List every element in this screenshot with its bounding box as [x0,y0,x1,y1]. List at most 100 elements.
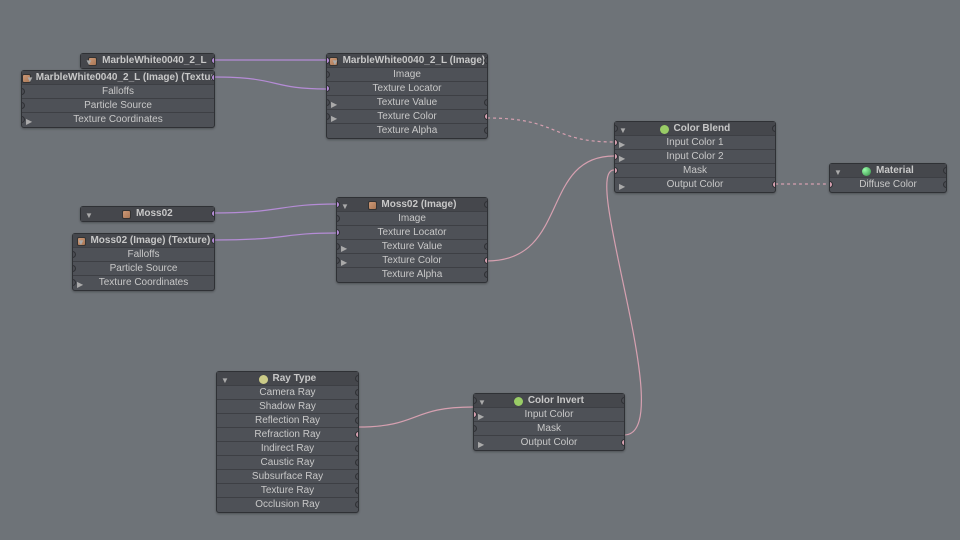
output-port[interactable] [355,431,358,438]
input-port[interactable] [73,265,76,272]
expand-icon[interactable]: ▶ [77,278,83,290]
output-port[interactable] [211,237,214,244]
node-moss-clip[interactable]: ▼ Moss02 [80,206,215,222]
node-row[interactable]: ▶Output Color [615,178,775,192]
node-row[interactable]: Image [337,212,487,226]
output-port[interactable] [621,439,624,446]
node-row[interactable]: ▶Texture Coordinates [22,113,214,127]
node-row[interactable]: Texture Ray [217,484,358,498]
node-row[interactable]: Falloffs [22,85,214,99]
expand-icon[interactable]: ▶ [619,152,625,164]
node-row[interactable]: ▶Input Color [474,408,624,422]
node-row[interactable]: Particle Source [22,99,214,113]
input-port[interactable] [615,139,618,146]
input-port[interactable] [22,88,25,95]
output-port[interactable] [943,167,946,174]
node-marble-clip[interactable]: ▼ MarbleWhite0040_2_L [80,53,215,69]
expand-icon[interactable]: ▶ [619,180,625,192]
output-port[interactable] [484,243,487,250]
output-port[interactable] [211,210,214,217]
collapse-icon[interactable]: ▼ [77,236,85,248]
output-port[interactable] [355,445,358,452]
node-row[interactable]: ▶Texture Coordinates [73,276,214,290]
output-port[interactable] [355,501,358,508]
expand-icon[interactable]: ▶ [478,438,484,450]
collapse-icon[interactable]: ▼ [221,374,229,386]
output-port[interactable] [484,113,487,120]
output-port[interactable] [355,473,358,480]
output-port[interactable] [943,181,946,188]
input-port[interactable] [327,99,330,106]
node-header[interactable]: ▼ Color Blend [615,122,775,136]
input-port[interactable] [327,85,330,92]
node-row[interactable]: Caustic Ray [217,456,358,470]
node-row[interactable]: Texture Locator [327,82,487,96]
input-port[interactable] [474,411,477,418]
input-port[interactable] [73,251,76,258]
node-row[interactable]: Falloffs [73,248,214,262]
node-row[interactable]: Mask [615,164,775,178]
expand-icon[interactable]: ▶ [331,112,337,124]
node-header[interactable]: ▼ Moss02 (Image) [337,198,487,212]
collapse-icon[interactable]: ▼ [341,200,349,212]
node-row[interactable]: Texture Alpha [337,268,487,282]
node-moss-texture[interactable]: ▼ Moss02 (Image) (Texture) Falloffs Part… [72,233,215,291]
expand-icon[interactable]: ▶ [478,410,484,422]
node-header[interactable]: ▼ Material [830,164,946,178]
input-port[interactable] [615,125,618,132]
node-row[interactable]: ▶Input Color 2 [615,150,775,164]
input-port[interactable] [615,167,618,174]
node-row[interactable]: Mask [474,422,624,436]
expand-icon[interactable]: ▶ [341,256,347,268]
output-port[interactable] [355,375,358,382]
output-port[interactable] [484,127,487,134]
node-header[interactable]: ▼ Color Invert [474,394,624,408]
node-row[interactable]: ▶Texture Color [327,110,487,124]
output-port[interactable] [484,99,487,106]
collapse-icon[interactable]: ▼ [834,166,842,178]
node-marble-image[interactable]: ▼ MarbleWhite0040_2_L (Image) Image Text… [326,53,488,139]
node-row[interactable]: Refraction Ray [217,428,358,442]
output-port[interactable] [355,403,358,410]
node-row[interactable]: ▶Input Color 1 [615,136,775,150]
node-row[interactable]: Shadow Ray [217,400,358,414]
input-port[interactable] [474,425,477,432]
output-port[interactable] [355,487,358,494]
input-port[interactable] [22,116,25,123]
input-port[interactable] [337,201,340,208]
output-port[interactable] [355,389,358,396]
node-row[interactable]: Reflection Ray [217,414,358,428]
input-port[interactable] [337,229,340,236]
output-port[interactable] [211,74,214,81]
node-header[interactable]: ▼ MarbleWhite0040_2_L (Image) (Texture) [22,71,214,85]
node-moss-image[interactable]: ▼ Moss02 (Image) Image Texture Locator ▶… [336,197,488,283]
node-row[interactable]: ▶Texture Value [337,240,487,254]
output-port[interactable] [355,417,358,424]
expand-icon[interactable]: ▶ [341,242,347,254]
expand-icon[interactable]: ▶ [619,138,625,150]
output-port[interactable] [484,257,487,264]
node-row[interactable]: Image [327,68,487,82]
node-marble-texture[interactable]: ▼ MarbleWhite0040_2_L (Image) (Texture) … [21,70,215,128]
output-port[interactable] [355,459,358,466]
expand-icon[interactable]: ▶ [331,98,337,110]
node-row[interactable]: ▶Texture Color [337,254,487,268]
collapse-icon[interactable]: ▼ [85,209,93,221]
collapse-icon[interactable]: ▼ [331,56,339,68]
input-port[interactable] [615,153,618,160]
input-port[interactable] [474,397,477,404]
input-port[interactable] [337,215,340,222]
node-header[interactable]: ▼ Moss02 [81,207,214,221]
input-port[interactable] [327,71,330,78]
node-color-invert[interactable]: ▼ Color Invert ▶Input Color Mask ▶Output… [473,393,625,451]
node-row[interactable]: Texture Locator [337,226,487,240]
node-header[interactable]: ▼ MarbleWhite0040_2_L (Image) [327,54,487,68]
input-port[interactable] [22,102,25,109]
input-port[interactable] [337,257,340,264]
output-port[interactable] [772,125,775,132]
collapse-icon[interactable]: ▼ [478,396,486,408]
node-row[interactable]: Indirect Ray [217,442,358,456]
node-header[interactable]: ▼ MarbleWhite0040_2_L [81,54,214,68]
output-port[interactable] [484,57,487,64]
node-row[interactable]: Camera Ray [217,386,358,400]
